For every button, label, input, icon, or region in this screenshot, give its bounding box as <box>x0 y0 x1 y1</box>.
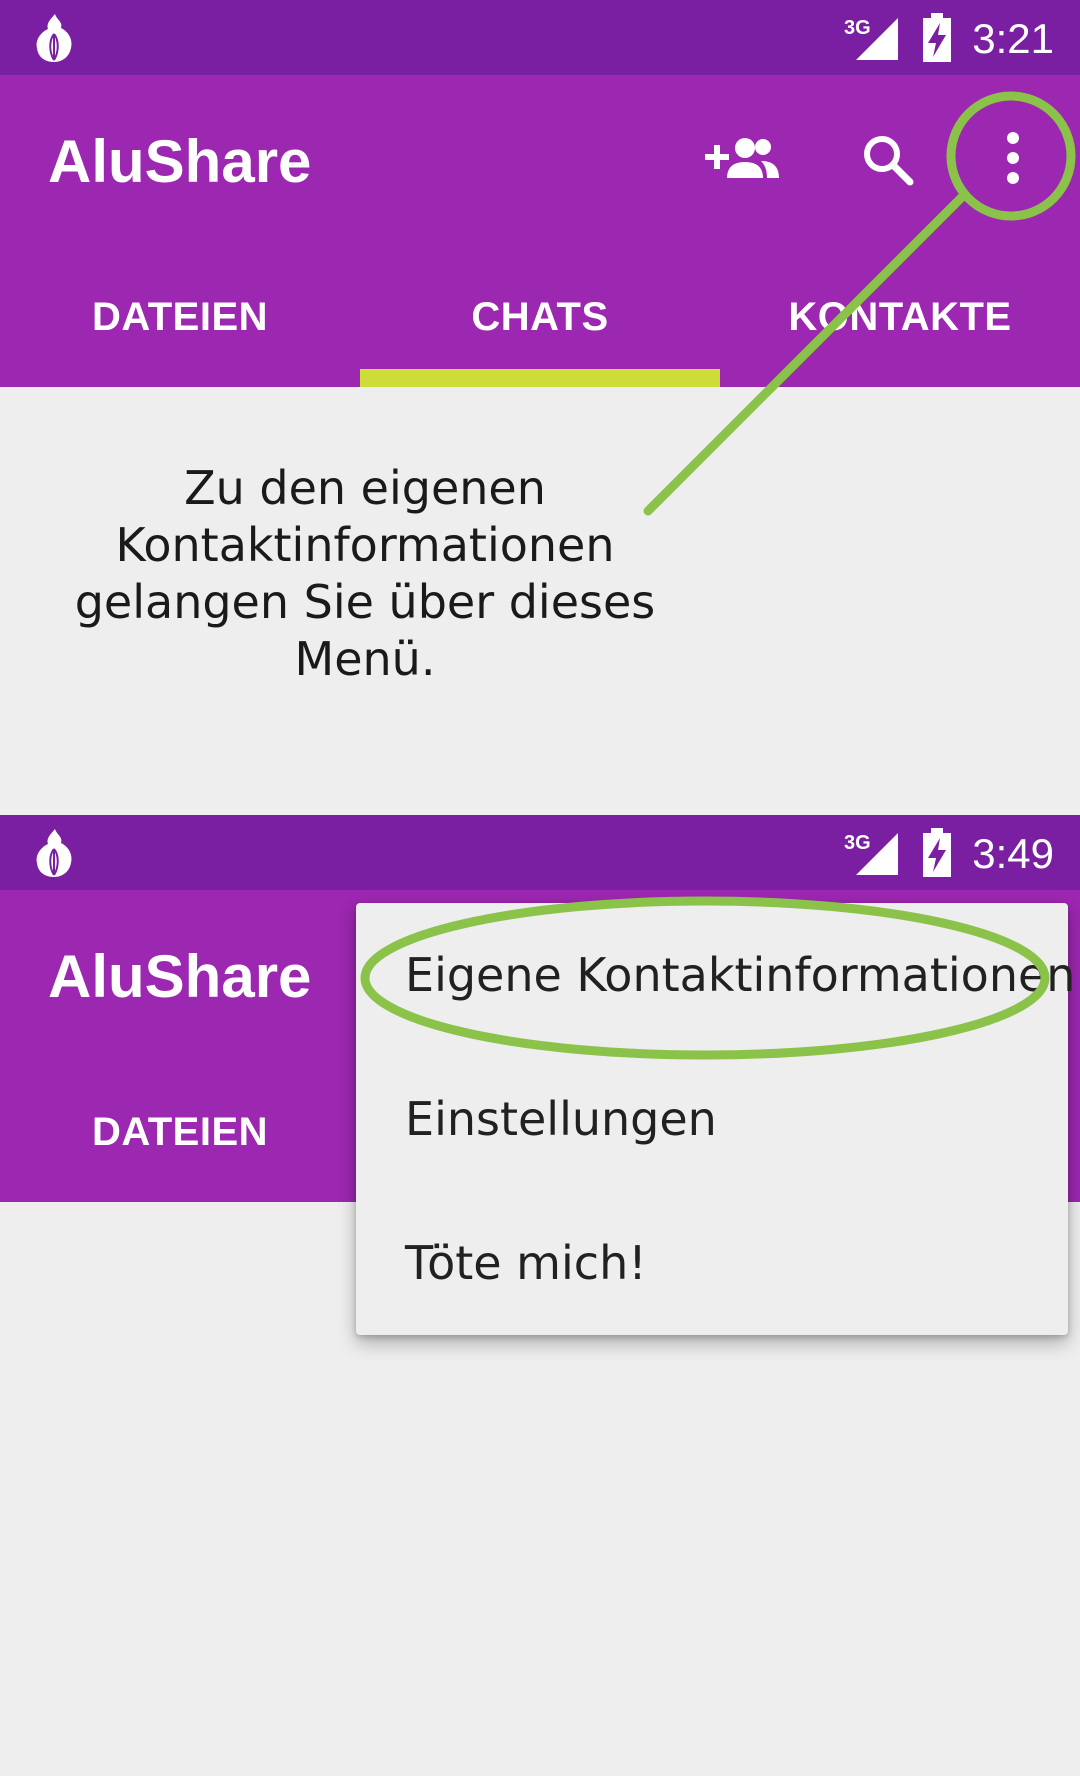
onion-icon <box>36 14 72 62</box>
tab-indicator <box>360 369 720 387</box>
status-time: 3:49 <box>972 830 1054 877</box>
app-title: AluShare <box>48 128 312 195</box>
caption-line: Menü. <box>294 632 436 686</box>
app-bar: AluShare DATEIEN CHATS KONTAKTE <box>0 75 1080 387</box>
app-title: AluShare <box>48 943 312 1010</box>
menu-item-einstellungen[interactable]: Einstellungen <box>356 1047 1068 1191</box>
more-vert-icon[interactable] <box>1003 131 1023 185</box>
add-group-icon[interactable] <box>705 134 781 182</box>
overflow-menu: Eigene Kontaktinformationen Einstellunge… <box>356 903 1075 1335</box>
caption-line: Kontaktinformationen <box>115 518 615 572</box>
svg-text:3G: 3G <box>844 832 871 854</box>
signal-3g-icon: 3G <box>844 17 898 60</box>
status-time: 3:21 <box>972 15 1054 62</box>
tab-kontakte[interactable]: KONTAKTE <box>720 292 1080 342</box>
battery-charging-icon <box>923 13 951 62</box>
search-icon[interactable] <box>860 132 916 188</box>
tab-dateien[interactable]: DATEIEN <box>0 1107 360 1157</box>
status-bar: 3G 3:21 <box>0 0 1080 75</box>
menu-item-eigene-kontaktinformationen[interactable]: Eigene Kontaktinformationen <box>356 903 1075 1047</box>
svg-text:3G: 3G <box>844 17 871 39</box>
status-bar: 3G 3:49 <box>0 815 1080 890</box>
tab-dateien[interactable]: DATEIEN <box>0 292 360 342</box>
battery-charging-icon <box>923 828 951 877</box>
caption-line: Zu den eigenen <box>184 461 546 515</box>
tab-chats[interactable]: CHATS <box>360 292 720 342</box>
menu-item-toete-mich[interactable]: Töte mich! <box>356 1191 1068 1335</box>
instruction-caption: Zu den eigenen Kontaktinformationen gela… <box>40 460 690 688</box>
onion-icon <box>36 829 72 877</box>
caption-line: gelangen Sie über dieses <box>74 575 656 629</box>
signal-3g-icon: 3G <box>844 832 898 875</box>
